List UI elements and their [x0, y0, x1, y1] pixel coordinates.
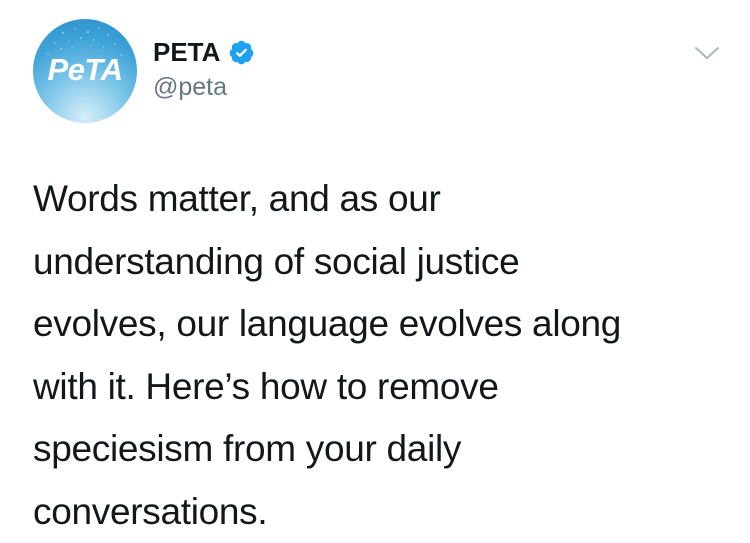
display-name[interactable]: PETA — [153, 35, 220, 69]
avatar[interactable]: PeTA — [33, 19, 137, 123]
avatar-logo-text: PeTA — [47, 52, 123, 87]
tweet-text: Words matter, and as our understanding o… — [33, 178, 622, 532]
verified-badge-icon — [230, 40, 254, 64]
author-name-row: PETA — [153, 35, 255, 69]
chevron-down-icon[interactable] — [693, 43, 721, 63]
author-handle[interactable]: @peta — [153, 71, 227, 103]
tweet-card: PeTA PETA @peta Words matter, and as our… — [0, 0, 750, 543]
